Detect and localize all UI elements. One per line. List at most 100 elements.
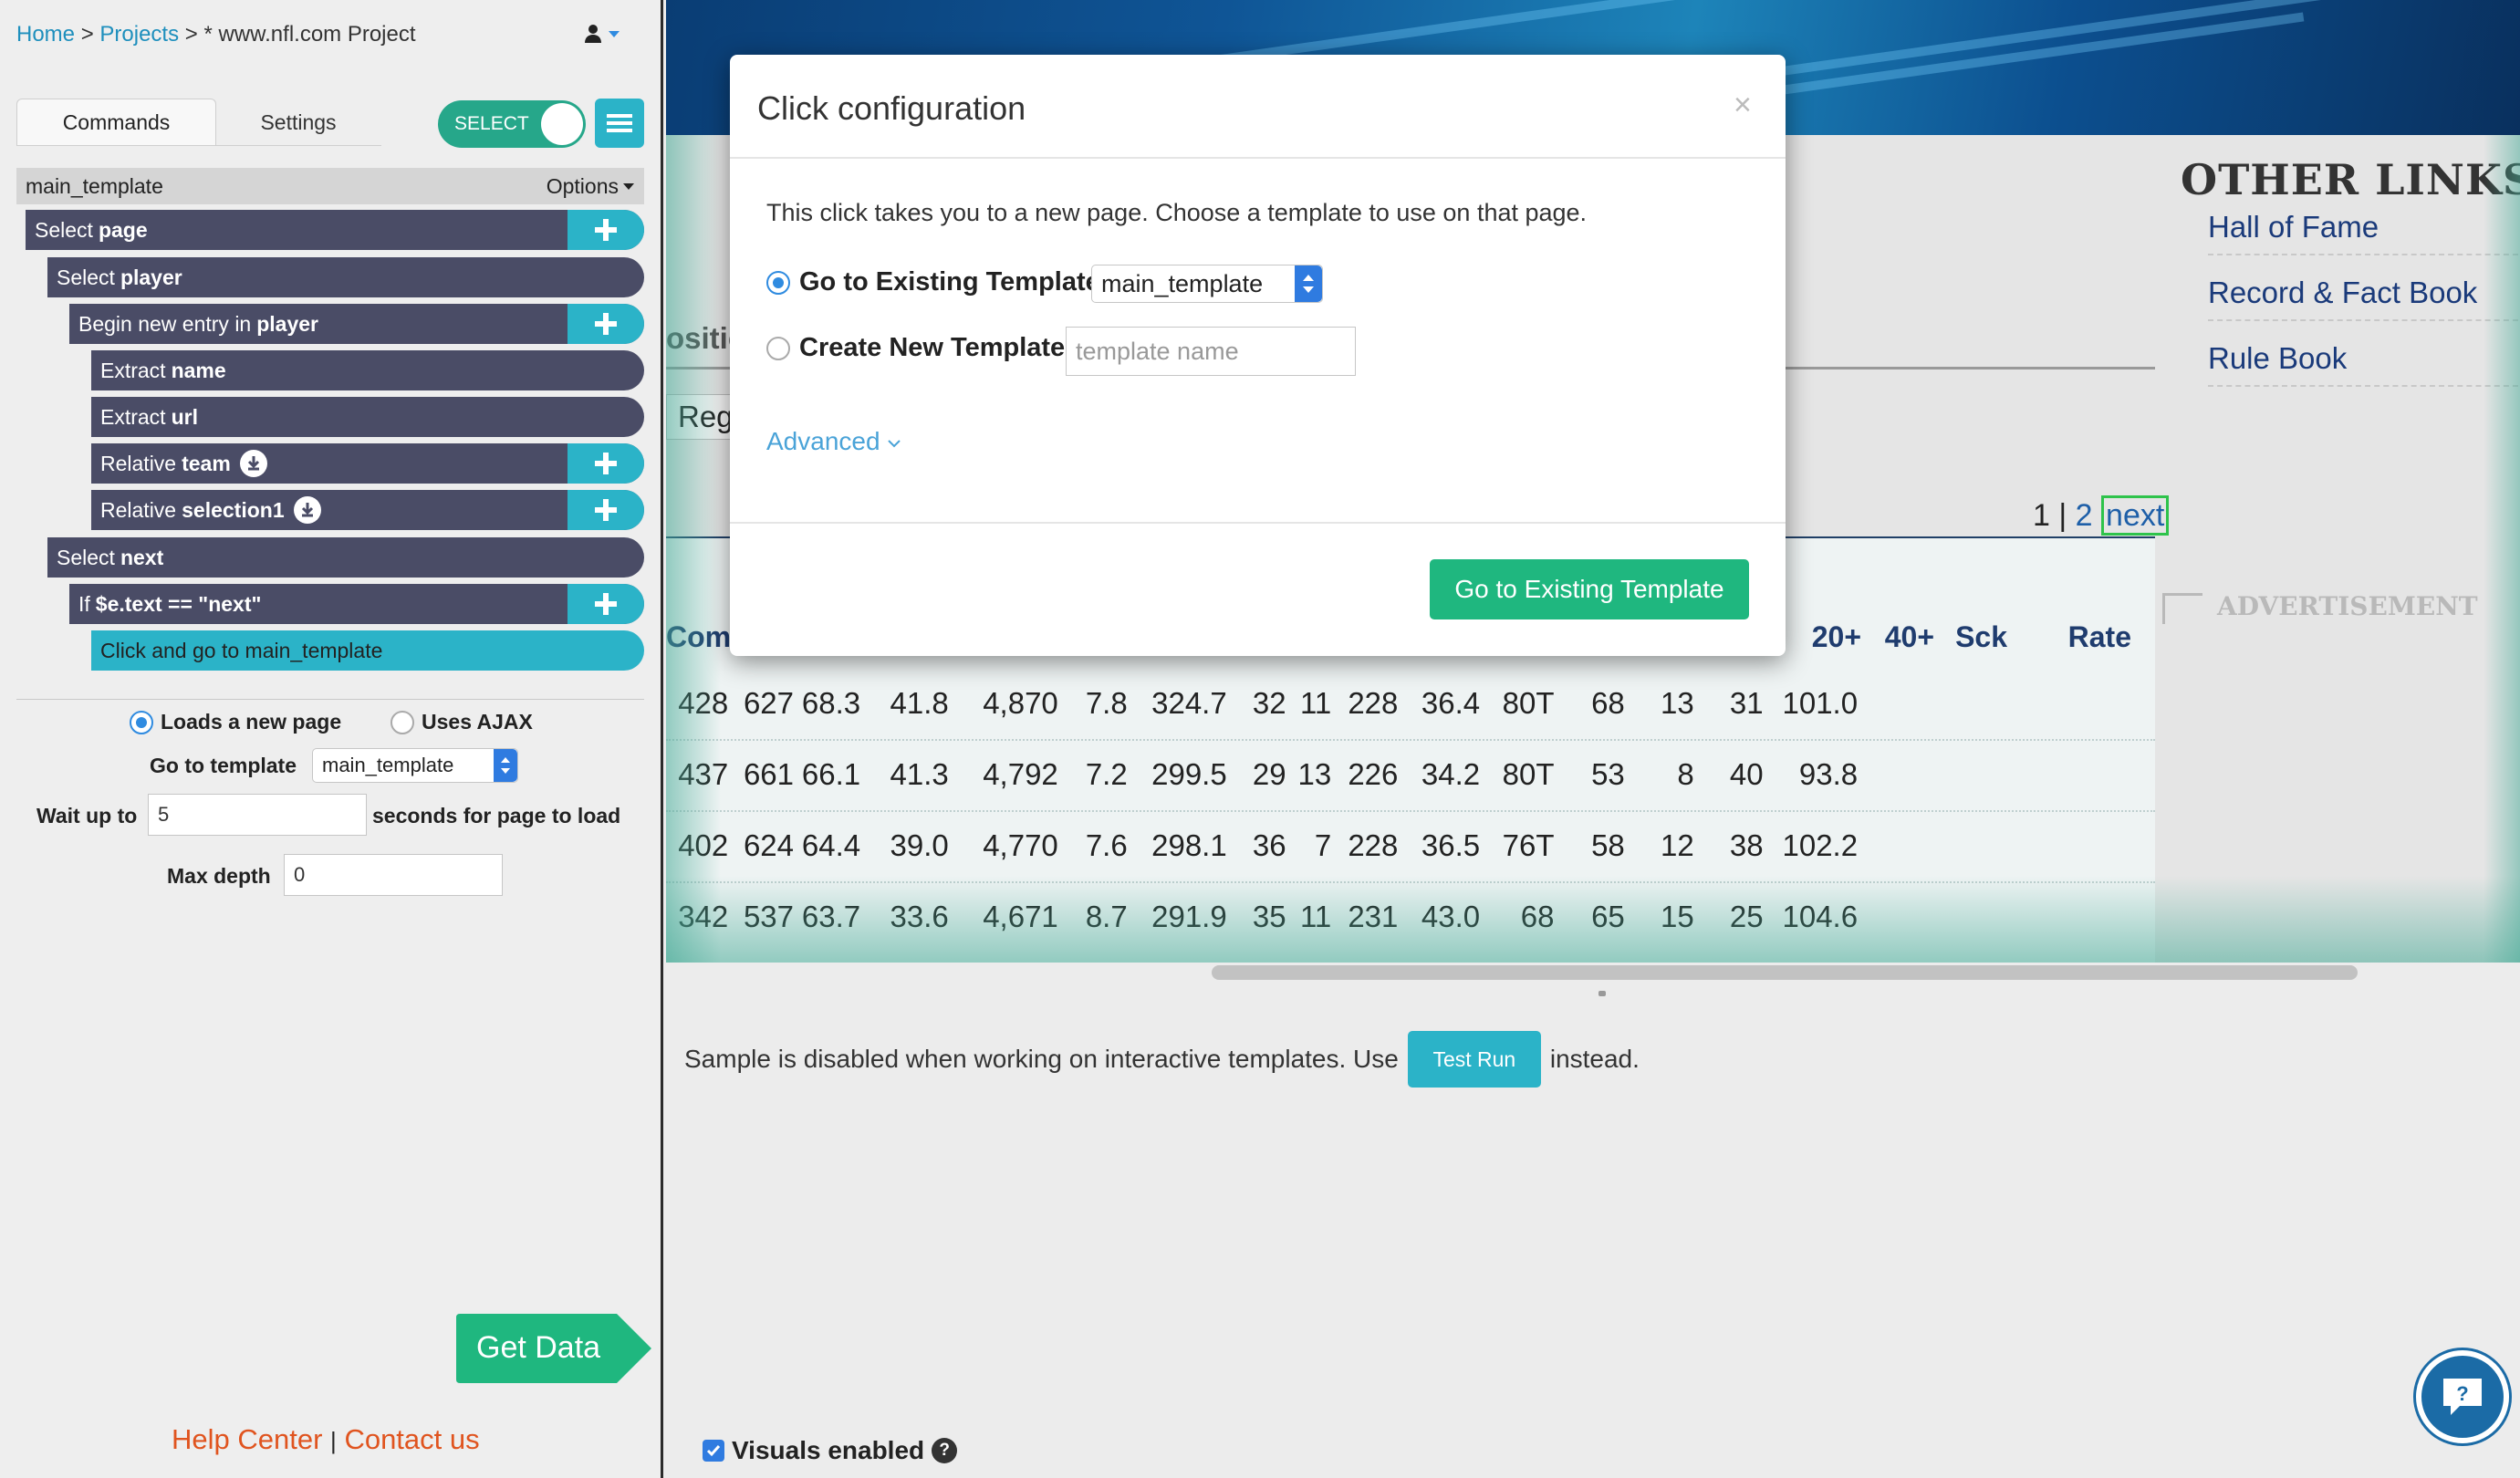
- chevron-down-icon: [888, 439, 901, 448]
- link-hall-of-fame[interactable]: Hall of Fame: [2208, 210, 2518, 255]
- caret-down-icon: [609, 31, 620, 37]
- command-select-player[interactable]: Select player: [47, 257, 644, 297]
- option-new-label: Create New Template: [799, 333, 1066, 362]
- command-extract-name[interactable]: Extract name: [91, 350, 644, 390]
- uses-ajax-option[interactable]: Uses AJAX: [390, 710, 533, 734]
- divider: [16, 699, 644, 700]
- resize-handle[interactable]: [1598, 991, 1606, 996]
- select-arrows-icon: [1295, 265, 1322, 302]
- option-new-template[interactable]: Create New Template: [766, 333, 1065, 363]
- max-depth-input[interactable]: 0: [284, 854, 503, 896]
- visuals-checkbox[interactable]: [703, 1440, 724, 1462]
- sample-notice: Sample is disabled when working on inter…: [684, 1031, 1640, 1088]
- page-2-link[interactable]: 2: [2076, 498, 2093, 533]
- go-to-template-label: Go to template: [150, 754, 297, 777]
- column-header-sck[interactable]: Sck: [1943, 620, 2007, 654]
- command-prefix: Select: [57, 265, 115, 289]
- plus-icon: [595, 313, 617, 335]
- command-relative-selection1[interactable]: Relative selection1: [91, 490, 644, 530]
- modal-description: This click takes you to a new page. Choo…: [766, 199, 1588, 226]
- command-prefix: If: [78, 591, 90, 616]
- next-page-link[interactable]: next: [2101, 495, 2170, 536]
- select-arrows-icon: [494, 749, 517, 782]
- column-header-20-plus[interactable]: 20+: [1788, 620, 1861, 654]
- plus-icon: [595, 453, 617, 474]
- wait-seconds-input[interactable]: 5: [148, 794, 367, 836]
- command-target: selection1: [182, 497, 285, 522]
- radio-new-template[interactable]: [766, 336, 790, 360]
- caret-down-icon: [623, 183, 634, 190]
- table-cell: 7.6: [1085, 828, 1128, 862]
- help-chat-button[interactable]: ?: [2416, 1350, 2509, 1443]
- wait-seconds-suffix: seconds for page to load: [372, 804, 621, 827]
- plus-icon: [595, 219, 617, 241]
- help-center-link[interactable]: Help Center: [172, 1423, 322, 1455]
- add-command-button[interactable]: [568, 304, 644, 344]
- command-extract-url[interactable]: Extract url: [91, 397, 644, 437]
- visuals-toggle[interactable]: Visuals enabled ?: [703, 1436, 958, 1465]
- options-dropdown[interactable]: Options: [547, 174, 635, 199]
- uses-ajax-label: Uses AJAX: [422, 710, 533, 734]
- template-bar: main_template Options: [16, 168, 644, 204]
- link-record-fact-book[interactable]: Record & Fact Book: [2208, 276, 2518, 321]
- loads-new-page-option[interactable]: Loads a new page: [130, 710, 341, 734]
- hamburger-icon: [607, 114, 632, 132]
- command-relative-team[interactable]: Relative team: [91, 443, 644, 484]
- contact-us-link[interactable]: Contact us: [344, 1423, 479, 1455]
- add-command-button[interactable]: [568, 584, 644, 624]
- command-select-next[interactable]: Select next: [47, 537, 644, 578]
- advanced-toggle[interactable]: Advanced: [766, 427, 901, 456]
- add-command-button[interactable]: [568, 210, 644, 250]
- table-cell: 40: [1729, 757, 1764, 791]
- column-header-40-plus[interactable]: 40+: [1861, 620, 1934, 654]
- radio-loads-new-page[interactable]: [130, 710, 153, 734]
- download-icon: [239, 450, 267, 477]
- table-cell: 7.2: [1085, 757, 1128, 791]
- breadcrumb-projects-link[interactable]: Projects: [99, 22, 179, 47]
- table-cell: 38: [1729, 828, 1764, 862]
- get-data-button[interactable]: Get Data: [456, 1314, 651, 1383]
- modal-title: Click configuration: [757, 89, 1026, 127]
- command-begin-new-entry[interactable]: Begin new entry in player: [69, 304, 644, 344]
- tab-settings[interactable]: Settings: [216, 99, 380, 146]
- sample-text-before: Sample is disabled when working on inter…: [684, 1045, 1399, 1073]
- select-toggle[interactable]: SELECT: [438, 100, 586, 148]
- horizontal-scrollbar[interactable]: [1212, 965, 2358, 980]
- pager-separator: |: [2058, 498, 2067, 533]
- max-depth-label: Max depth: [167, 864, 271, 888]
- add-command-button[interactable]: [568, 490, 644, 530]
- page-1-link[interactable]: 1: [2033, 498, 2050, 533]
- radio-uses-ajax[interactable]: [390, 710, 414, 734]
- add-command-button[interactable]: [568, 443, 644, 484]
- user-icon: [585, 25, 601, 43]
- command-target: url: [171, 404, 198, 429]
- select-toggle-label: SELECT: [454, 113, 529, 134]
- command-target: player: [120, 265, 182, 289]
- go-to-template-select[interactable]: main_template: [312, 748, 518, 783]
- close-icon[interactable]: ×: [1734, 88, 1752, 123]
- download-icon: [293, 496, 321, 524]
- command-if-condition[interactable]: If $e.text == "next": [69, 584, 644, 624]
- existing-template-select[interactable]: main_template: [1091, 265, 1323, 303]
- link-rule-book[interactable]: Rule Book: [2208, 341, 2518, 387]
- question-icon[interactable]: ?: [932, 1438, 958, 1463]
- plus-icon: [595, 499, 617, 521]
- breadcrumb: Home > Projects > * www.nfl.com Project: [16, 22, 416, 47]
- table-cell: 7.8: [1085, 686, 1128, 720]
- menu-button[interactable]: [595, 99, 644, 148]
- column-header-rate[interactable]: Rate: [2035, 620, 2131, 654]
- go-to-template-value: main_template: [322, 754, 454, 776]
- option-existing-template[interactable]: Go to Existing Template: [766, 267, 1100, 297]
- go-to-existing-template-button[interactable]: Go to Existing Template: [1430, 559, 1749, 619]
- template-name-input[interactable]: template name: [1066, 327, 1356, 376]
- user-menu[interactable]: [584, 24, 620, 44]
- command-click-go-to-template[interactable]: Click and go to main_template: [91, 630, 644, 671]
- options-label: Options: [546, 173, 619, 198]
- advertisement-text: ADVERTISEMENT: [2217, 591, 2478, 621]
- tab-commands[interactable]: Commands: [16, 99, 216, 146]
- test-run-button[interactable]: Test Run: [1407, 1031, 1541, 1088]
- selection-glow: [2484, 135, 2520, 963]
- command-select-page[interactable]: Select page: [26, 210, 644, 250]
- radio-existing-template[interactable]: [766, 270, 790, 295]
- breadcrumb-home-link[interactable]: Home: [16, 22, 75, 47]
